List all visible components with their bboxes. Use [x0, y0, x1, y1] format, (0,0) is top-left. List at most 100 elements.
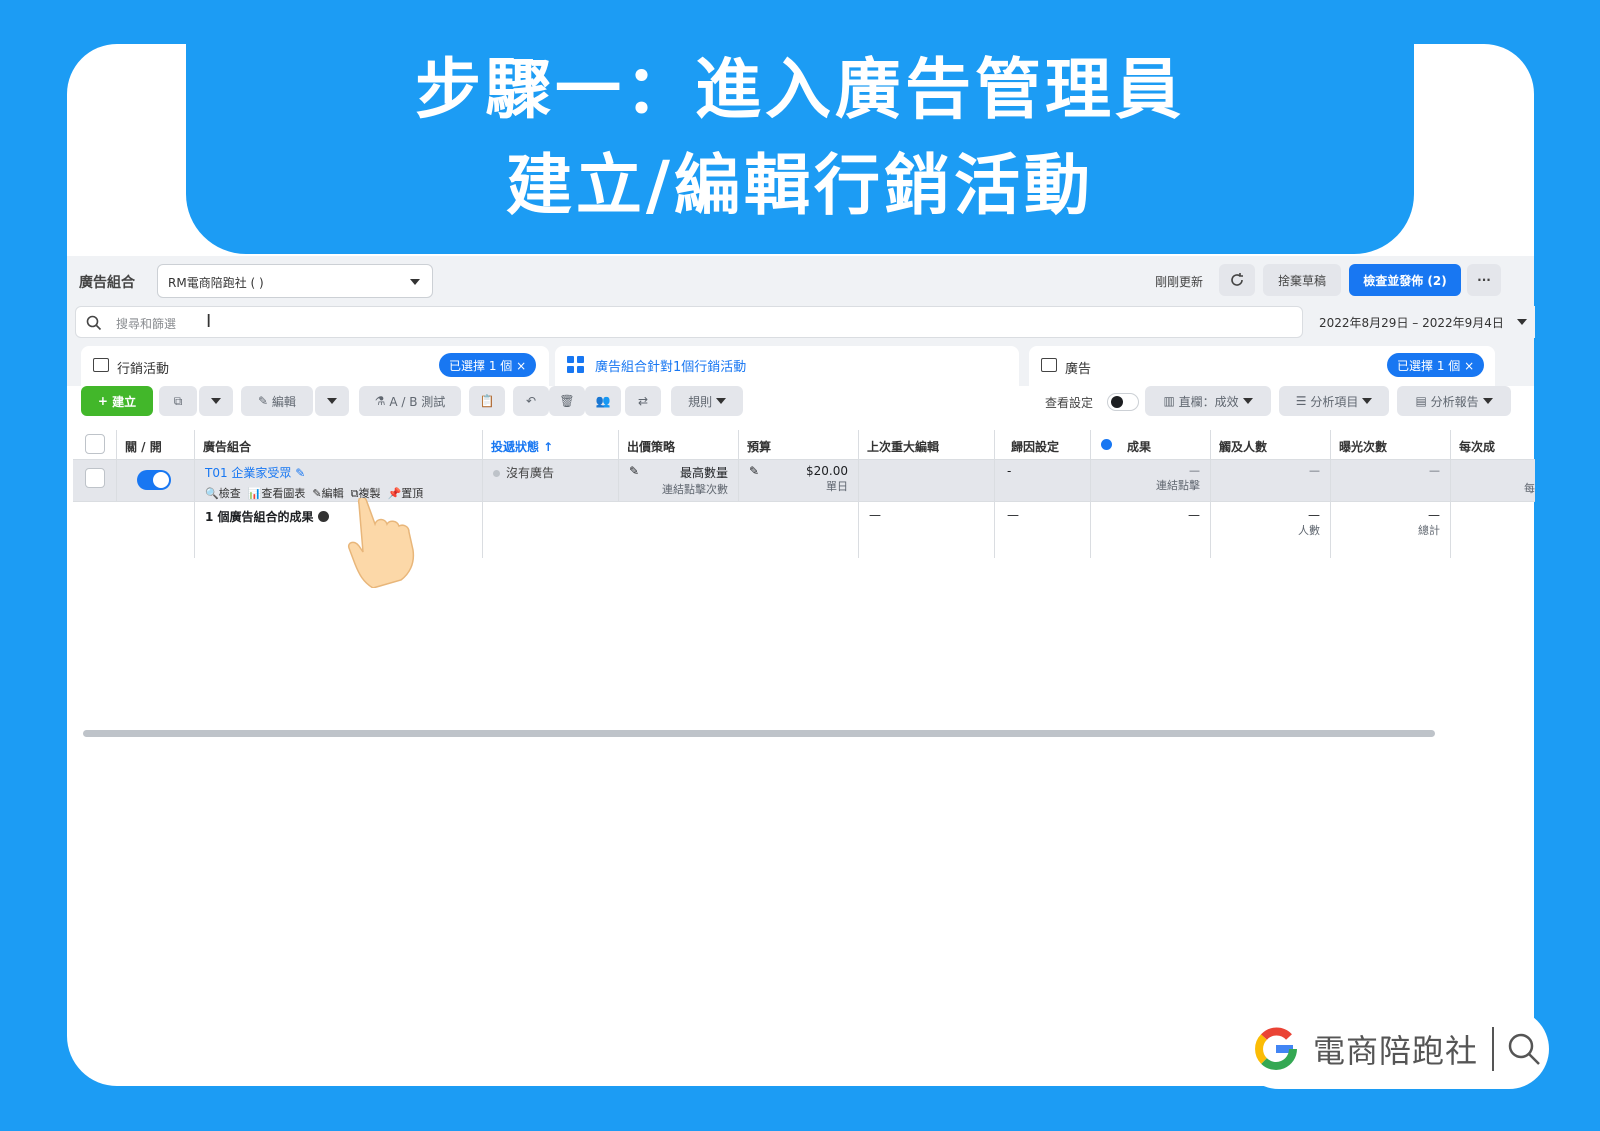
attribution-cell: - [995, 460, 1091, 501]
chevron-down-icon [211, 398, 221, 404]
table-row[interactable]: T01 企業家受眾 ✎ 🔍檢查 📊查看圖表 ✎編輯 ⧉複製 📌置頂 沒有廣告 ✎… [73, 460, 1535, 502]
create-button[interactable]: + 建立 [81, 386, 153, 416]
on-off-toggle[interactable] [137, 470, 171, 490]
search-placeholder: 搜尋和篩選 [116, 317, 177, 331]
columns-button[interactable]: ▥ 直欄：成效 [1145, 386, 1271, 416]
refresh-button[interactable] [1219, 264, 1255, 296]
section-label: 廣告組合 [79, 275, 135, 291]
edit-action[interactable]: ✎編輯 [309, 487, 343, 500]
summary-label-cell: 1 個廣告組合的成果 [195, 502, 483, 558]
banner-subtitle: 建立/編輯行銷活動 [505, 147, 1095, 224]
selected-chip[interactable]: 已選擇 1 個 × [439, 353, 537, 377]
undo-button[interactable]: ↶ [513, 386, 549, 416]
select-all-checkbox[interactable] [85, 434, 105, 454]
tab-adsets[interactable]: 廣告組合針對1個行銷活動 [555, 346, 1019, 386]
column-header[interactable]: 歸因設定 [995, 430, 1091, 459]
summary-last-edit: — [859, 502, 995, 558]
summary-attribution: — [995, 502, 1091, 558]
impressions-cell: — [1331, 460, 1451, 501]
google-g-icon [1255, 1027, 1297, 1070]
summary-impressions-value: — [1428, 508, 1440, 522]
edit-label: 編輯 [271, 394, 296, 409]
discard-draft-button[interactable]: 捨棄草稿 [1263, 264, 1341, 296]
columns-label: 直欄：成效 [1178, 394, 1239, 409]
preview-button[interactable]: ⇄ [625, 386, 661, 416]
pencil-icon: ✎ [749, 464, 760, 478]
refresh-status: 剛剛更新 [1155, 275, 1204, 289]
duplicate-button[interactable]: ⧉ [159, 386, 197, 416]
chevron-down-icon [1362, 398, 1373, 404]
summary-impressions: — 總計 [1331, 502, 1451, 558]
date-range-value: 2022年8月29日 – 2022年9月4日 [1319, 316, 1504, 330]
chevron-down-icon [327, 398, 337, 404]
summary-empty [483, 502, 859, 558]
clipboard-button[interactable]: 📋 [469, 386, 505, 416]
ab-test-label: A / B 測試 [389, 394, 446, 409]
summary-label: 1 個廣告組合的成果 [205, 510, 314, 524]
cost-cell: 每 [1524, 482, 1535, 495]
budget-cell[interactable]: ✎ $20.00 單日 [739, 460, 859, 501]
campaign-icon [93, 358, 109, 372]
status-dot-icon [493, 470, 500, 477]
summary-reach: — 人數 [1211, 502, 1331, 558]
summary-reach-sub: 人數 [1298, 524, 1320, 537]
column-header[interactable]: 上次重大編輯 [859, 430, 995, 459]
chart-action[interactable]: 📊查看圖表 [244, 487, 306, 500]
date-range-picker[interactable]: 2022年8月29日 – 2022年9月4日 [1307, 306, 1535, 338]
column-header[interactable]: 每次成 [1451, 430, 1535, 459]
column-header[interactable]: 廣告組合 [195, 430, 483, 459]
reports-button[interactable]: ▤ 分析報告 [1397, 386, 1511, 416]
column-header[interactable]: 觸及人數 [1211, 430, 1331, 459]
duplicate-menu-button[interactable] [199, 386, 233, 416]
summary-reach-value: — [1308, 508, 1320, 522]
banner-title: 步驟一：進入廣告管理員 [415, 51, 1185, 128]
tab-ads[interactable]: 廣告 已選擇 1 個 × [1029, 346, 1495, 386]
tab-label: 廣告 [1065, 362, 1092, 377]
edit-menu-button[interactable] [315, 386, 349, 416]
chevron-down-icon [1242, 398, 1253, 404]
row-select-cell [73, 460, 117, 501]
column-header[interactable]: 關 / 開 [117, 430, 195, 459]
bid-strategy-cell[interactable]: ✎ 最高數量 連結點擊次數 [619, 460, 739, 501]
edit-button[interactable]: ✎ 編輯 [241, 386, 313, 416]
row-actions: 🔍檢查 📊查看圖表 ✎編輯 ⧉複製 📌置頂 [205, 485, 472, 501]
account-selector[interactable]: RM電商陪跑社 ( ) [157, 264, 433, 298]
account-value: RM電商陪跑社 ( ) [168, 276, 264, 290]
column-header[interactable]: 預算 [739, 430, 859, 459]
table-header: 關 / 開 廣告組合 投遞狀態 ↑ 出價策略 預算 上次重大編輯 歸因設定 成果… [73, 430, 1535, 460]
tab-campaigns[interactable]: 行銷活動 已選擇 1 個 × [81, 346, 549, 386]
results-value: — [1189, 464, 1200, 477]
delete-button[interactable]: 🗑 [549, 386, 585, 416]
column-header[interactable]: 出價策略 [619, 430, 739, 459]
column-header[interactable]: 投遞狀態 ↑ [483, 430, 619, 459]
ads-manager-window: 廣告組合 RM電商陪跑社 ( ) 剛剛更新 捨棄草稿 檢查並發佈 (2) ···… [67, 256, 1535, 926]
column-header[interactable]: 曝光次數 [1331, 430, 1451, 459]
search-icon [1508, 1033, 1540, 1065]
brand-name: 電商陪跑社 [1313, 1032, 1479, 1070]
breakdown-button[interactable]: ☰ 分析項目 [1279, 386, 1389, 416]
inspect-action[interactable]: 🔍檢查 [205, 487, 241, 500]
horizontal-scrollbar[interactable] [83, 730, 1435, 737]
info-icon [317, 511, 329, 522]
chip-label: 已選擇 1 個 [449, 359, 513, 373]
review-publish-button[interactable]: 檢查並發佈 (2) [1349, 264, 1461, 296]
summary-row: 1 個廣告組合的成果 — — — — 人數 — 總計 [73, 502, 1535, 558]
adset-name-link[interactable]: T01 企業家受眾 ✎ [205, 464, 472, 481]
refresh-icon [1231, 273, 1243, 286]
create-label: 建立 [112, 394, 137, 409]
search-row: 搜尋和篩選 I 2022年8月29日 – 2022年9月4日 [67, 306, 1535, 340]
title-banner: 步驟一：進入廣告管理員 建立/編輯行銷活動 [186, 22, 1414, 254]
ab-test-button[interactable]: ⚗ A / B 測試 [359, 386, 461, 416]
select-all-cell [73, 430, 117, 459]
row-checkbox[interactable] [85, 468, 105, 488]
reach-cell: — [1211, 460, 1331, 501]
audience-button[interactable]: 👥 [585, 386, 621, 416]
more-options-button[interactable]: ··· [1467, 264, 1501, 296]
view-settings-label: 查看設定 [1045, 396, 1094, 410]
chevron-down-icon [1482, 398, 1493, 404]
view-settings-toggle[interactable] [1107, 393, 1139, 411]
column-header[interactable]: 成果 [1091, 430, 1211, 459]
selected-chip[interactable]: 已選擇 1 個 × [1387, 353, 1485, 377]
rules-button[interactable]: 規則 [671, 386, 743, 416]
search-input[interactable]: 搜尋和篩選 I [75, 306, 1303, 338]
